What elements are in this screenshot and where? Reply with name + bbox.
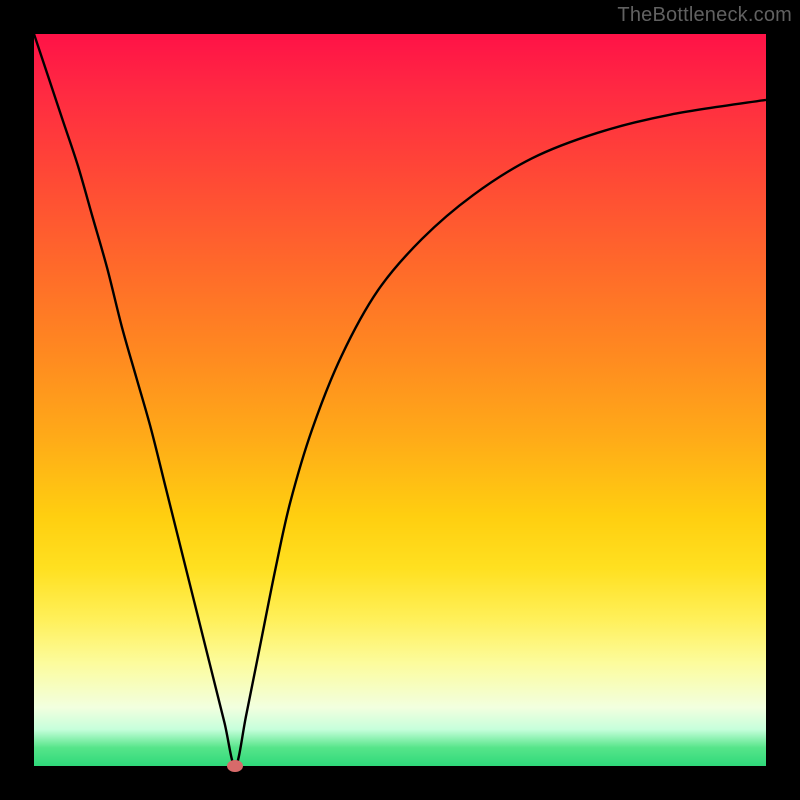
chart-frame: TheBottleneck.com [0,0,800,800]
bottleneck-curve-path [34,34,766,766]
watermark-text: TheBottleneck.com [617,4,792,27]
plot-area [34,34,766,766]
curve-svg [34,34,766,766]
minimum-marker [227,760,243,772]
